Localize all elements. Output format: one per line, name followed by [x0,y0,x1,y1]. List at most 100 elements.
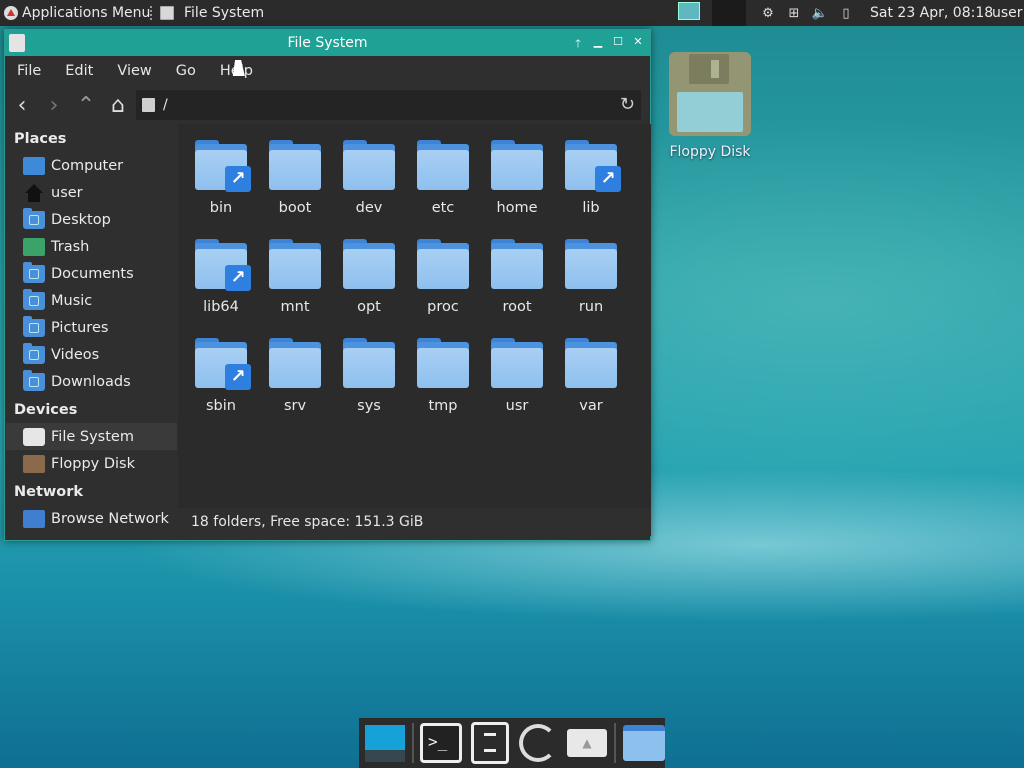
folder-item-lib64[interactable]: ↗ lib64 [186,231,256,325]
desktop-floppy-disk[interactable]: Floppy Disk [662,52,758,160]
documents-folder-icon [23,261,45,283]
terminal-button[interactable]: >_ [419,721,463,765]
folder-icon [491,140,543,190]
sidebar-item-label: Music [51,292,93,309]
folder-item-sys[interactable]: sys [334,330,404,424]
volume-icon[interactable]: 🔈 [812,5,828,21]
reload-icon[interactable]: ↻ [620,94,635,115]
panel-separator [150,6,154,20]
folder-item-sbin[interactable]: ↗ sbin [186,330,256,424]
folder-item-boot[interactable]: boot [260,132,330,226]
app-finder-button[interactable]: ▲ [566,721,609,765]
folder-item-root[interactable]: root [482,231,552,325]
file-view[interactable]: ↗ bin boot dev etc home ↗ lib ↗ lib64 mnt opt proc ro… [178,124,651,508]
folder-icon [269,140,321,190]
devices-header: Devices [14,402,78,418]
folder-label: bin [209,200,233,216]
folder-item-bin[interactable]: ↗ bin [186,132,256,226]
updates-icon[interactable]: ⚙ [760,5,776,21]
folder-label: srv [283,398,307,414]
folder-label: lib [582,200,600,216]
folder-item-mnt[interactable]: mnt [260,231,330,325]
file-cabinet-icon [470,722,509,764]
sidebar-item-file-system[interactable]: File System [6,423,177,450]
folder-item-opt[interactable]: opt [334,231,404,325]
show-desktop-button[interactable] [363,721,406,765]
sidebar-item-music[interactable]: Music [6,287,177,314]
sidebar-item-label: Browse Network [51,510,169,527]
maximize-button[interactable]: ☐ [612,35,624,54]
menu-file[interactable]: File [5,63,53,79]
applications-menu-button[interactable]: Applications Menu [0,0,150,26]
sidebar-item-floppy-disk[interactable]: Floppy Disk [6,450,177,477]
folder-item-dev[interactable]: dev [334,132,404,226]
sidebar-item-pictures[interactable]: Pictures [6,314,177,341]
location-path: / [163,97,168,113]
web-browser-button[interactable] [517,721,560,765]
menu-edit[interactable]: Edit [53,63,105,79]
drive-icon [142,98,155,112]
folder-item-srv[interactable]: srv [260,330,330,424]
folder-item-etc[interactable]: etc [408,132,478,226]
sidebar-item-label: Downloads [51,373,131,390]
sidebar-item-label: Pictures [51,319,109,336]
menu-view[interactable]: View [105,63,163,79]
folder-item-proc[interactable]: proc [408,231,478,325]
folder-item-lib[interactable]: ↗ lib [556,132,626,226]
folder-button[interactable] [622,721,665,765]
home-button[interactable]: ⌂ [103,90,133,120]
folder-item-run[interactable]: run [556,231,626,325]
folder-item-tmp[interactable]: tmp [408,330,478,424]
close-button[interactable]: ✕ [632,35,644,54]
terminal-icon: >_ [419,723,462,763]
sidebar-item-computer[interactable]: Computer [6,152,177,179]
sidebar-item-trash[interactable]: Trash [6,233,177,260]
folder-label: boot [278,200,312,216]
floppy-disk-icon [669,52,751,136]
folder-icon: ↗ [195,140,251,192]
taskbar-file-system-label: File System [184,5,265,21]
clock[interactable]: Sat 23 Apr, 08:18 [870,0,993,26]
sidebar-item-videos[interactable]: Videos [6,341,177,368]
mouse-cursor [232,60,248,76]
pictures-folder-icon [23,315,45,337]
drive-icon [23,427,45,446]
minimize-button[interactable]: ▁ [592,35,604,54]
taskbar-file-system[interactable]: File System [160,0,272,26]
sidebar-item-downloads[interactable]: Downloads [6,368,177,395]
workspace-2[interactable] [712,0,746,26]
folder-icon [565,239,617,289]
network-icon [23,509,45,528]
folder-icon [343,140,395,190]
sidebar-item-browse-network[interactable]: Browse Network [6,505,177,532]
top-panel: Applications Menu File System ⚙ ⊞ 🔈 ▯ Sa… [0,0,1024,26]
workspace-1[interactable] [678,2,700,20]
folder-item-usr[interactable]: usr [482,330,552,424]
dock: >_ ▲ [359,718,665,768]
folder-item-home[interactable]: home [482,132,552,226]
folder-icon [622,725,665,761]
battery-icon[interactable]: ▯ [838,5,854,21]
network-icon[interactable]: ⊞ [786,5,802,21]
user-menu[interactable]: user [992,0,1023,26]
dock-separator [614,723,617,763]
titlebar[interactable]: File System 🡑 ▁ ☐ ✕ [5,30,650,56]
sidebar-item-documents[interactable]: Documents [6,260,177,287]
computer-icon [23,156,45,175]
system-tray: ⚙ ⊞ 🔈 ▯ [760,0,854,26]
home-icon [23,183,45,202]
location-bar[interactable]: / ↻ [136,90,641,120]
stick-window-icon[interactable]: 🡑 [572,35,584,54]
back-button[interactable]: ‹ [7,90,37,120]
downloads-folder-icon [23,369,45,391]
forward-button[interactable]: › [39,90,69,120]
folder-icon [269,338,321,388]
menu-go[interactable]: Go [164,63,208,79]
folder-label: root [502,299,532,315]
file-manager-button[interactable] [468,721,511,765]
up-button[interactable]: ⌃ [71,90,101,120]
sidebar-item-user[interactable]: user [6,179,177,206]
folder-icon [343,338,395,388]
folder-item-var[interactable]: var [556,330,626,424]
sidebar-item-desktop[interactable]: Desktop [6,206,177,233]
